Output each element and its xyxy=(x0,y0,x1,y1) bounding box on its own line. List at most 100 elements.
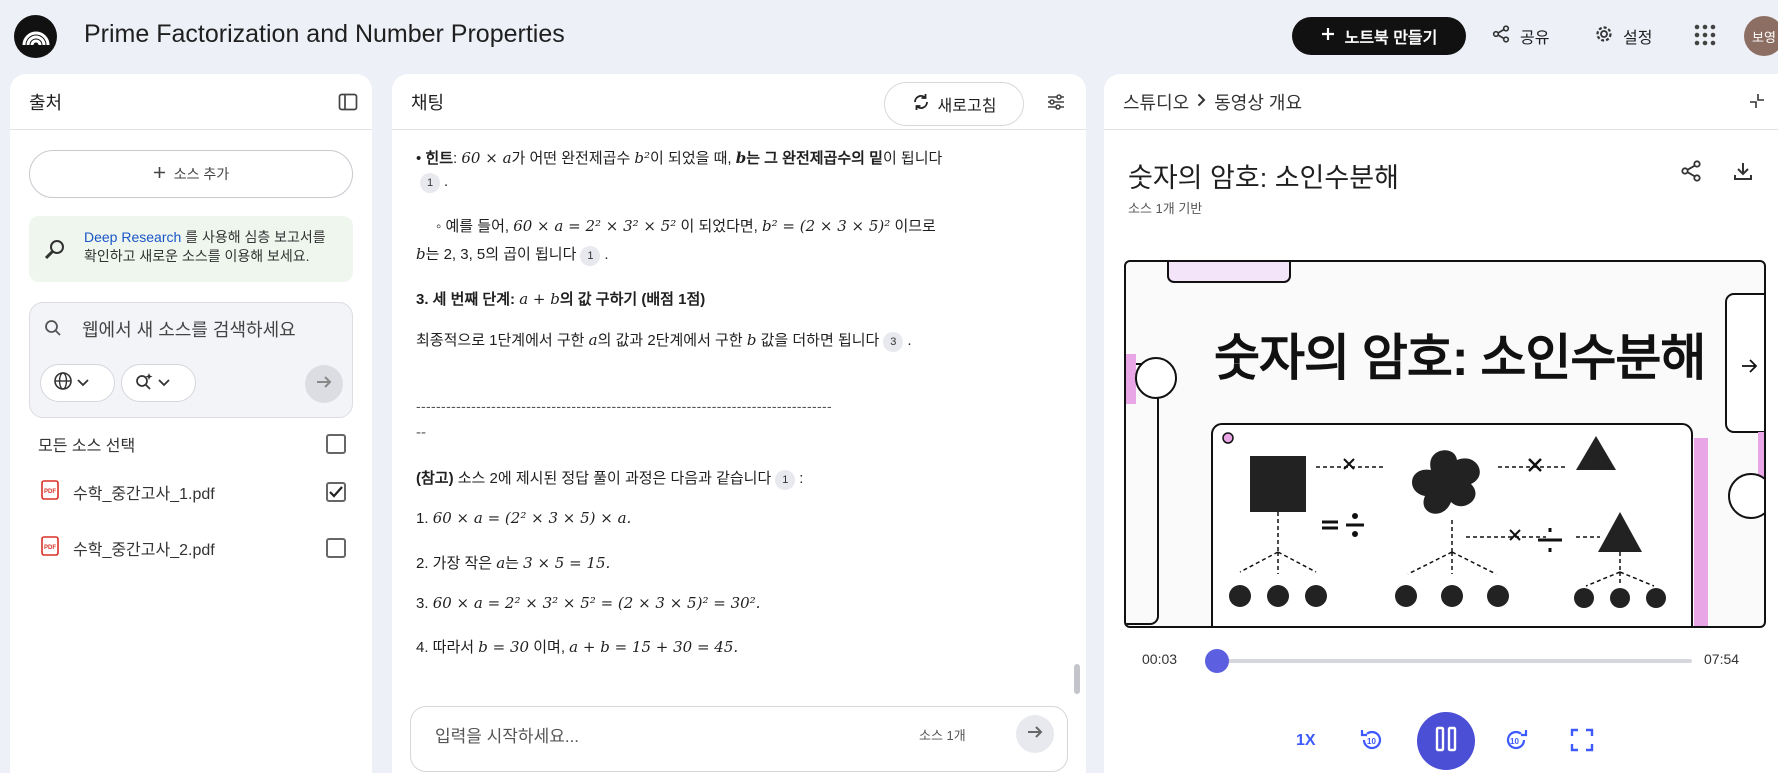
chevron-down-icon xyxy=(77,374,89,392)
solution-step-2: 2. 가장 작은 a는 3 × 5 = 15. xyxy=(416,552,610,573)
deep-research-link[interactable]: Deep Research xyxy=(84,229,181,245)
citation-chip[interactable]: 3 xyxy=(883,332,904,352)
video-slide-illustration xyxy=(1126,262,1764,626)
source-count: 소스 1개 xyxy=(919,728,966,743)
video-subtitle: 소스 1개 기반 xyxy=(1128,201,1203,216)
settings-button[interactable]: 설정 xyxy=(1581,17,1666,55)
search-submit-button[interactable] xyxy=(305,365,343,403)
web-search-input[interactable]: 웹에서 새 소스를 검색하세요 xyxy=(82,316,296,342)
text: 는 그 완전제곱수의 밑 xyxy=(746,150,883,167)
svg-text:PDF: PDF xyxy=(44,545,56,551)
select-all-checkbox[interactable] xyxy=(326,434,346,454)
notebook-title[interactable]: Prime Factorization and Number Propertie… xyxy=(84,20,565,49)
sparkle-search-icon xyxy=(134,371,154,396)
text: 2. 가장 작은 xyxy=(416,555,497,572)
gear-icon xyxy=(1595,25,1613,48)
send-button[interactable] xyxy=(1016,715,1054,753)
current-time: 00:03 xyxy=(1142,651,1178,667)
video-frame[interactable]: 숫자의 암호: 소인수분해 xyxy=(1124,260,1766,628)
notebooklm-logo-icon[interactable] xyxy=(14,15,57,58)
citation-chip[interactable]: 1 xyxy=(775,470,796,490)
source-item[interactable]: PDF 수학_중간고사_1.pdf xyxy=(41,477,346,507)
text: 소스 2에 제시된 정답 풀이 과정은 다음과 같습니다 xyxy=(453,470,772,487)
text: 1. xyxy=(416,510,433,527)
chevron-right-icon xyxy=(1197,91,1206,112)
math: b² = (2 × 3 × 5)² xyxy=(762,217,891,235)
research-mode-dropdown[interactable] xyxy=(121,364,196,402)
refresh-icon xyxy=(912,93,930,116)
breadcrumb-studio[interactable]: 스튜디오 xyxy=(1123,89,1189,115)
source-checkbox[interactable] xyxy=(326,538,346,558)
fullscreen-icon[interactable] xyxy=(1570,728,1594,757)
studio-panel: 스튜디오 동영상 개요 숫자의 암호: 소인수분해 소스 1개 기반 숫자의 암… xyxy=(1104,74,1778,773)
source-item[interactable]: PDF 수학_중간고사_2.pdf xyxy=(41,533,346,563)
download-icon[interactable] xyxy=(1732,160,1754,187)
progress-slider-knob[interactable] xyxy=(1204,649,1229,673)
deep-research-banner[interactable]: Deep Research 를 사용해 심층 보고서를 확인하고 새로운 소스를… xyxy=(29,216,353,282)
avatar-label: 보영 xyxy=(1752,29,1776,45)
add-source-label: 소스 추가 xyxy=(173,166,230,182)
avatar[interactable]: 보영 xyxy=(1744,16,1778,56)
pause-button[interactable] xyxy=(1417,712,1475,770)
apps-grid-icon[interactable] xyxy=(1694,24,1716,51)
tune-icon[interactable] xyxy=(1046,92,1066,117)
text: 이며, xyxy=(529,639,570,656)
refresh-button[interactable]: 새로고침 xyxy=(884,82,1024,126)
playback-speed-button[interactable]: 1X xyxy=(1296,732,1316,750)
breadcrumb-video-overview: 동영상 개요 xyxy=(1214,92,1303,113)
sources-panel: 출처 소스 추가 Deep Research 를 사용해 심층 보고서를 확인하… xyxy=(10,74,372,773)
pdf-icon: PDF xyxy=(41,479,59,505)
create-notebook-button[interactable]: 노트북 만들기 xyxy=(1292,17,1466,55)
text: 는 xyxy=(505,555,524,572)
divider-text: ----------------------------------------… xyxy=(416,398,833,414)
settings-label: 설정 xyxy=(1623,30,1653,47)
select-all-label: 모든 소스 선택 xyxy=(38,438,136,455)
svg-text:10: 10 xyxy=(1510,737,1519,746)
chat-input-box[interactable]: 입력을 시작하세요... 소스 1개 xyxy=(410,706,1068,772)
math: 3 × 5 = 15. xyxy=(523,554,611,572)
citation-chip[interactable]: 1 xyxy=(420,173,440,193)
math: b xyxy=(735,149,747,167)
svg-text:10: 10 xyxy=(1367,737,1376,746)
globe-icon xyxy=(53,371,73,396)
progress-slider[interactable] xyxy=(1214,659,1692,663)
create-notebook-label: 노트북 만들기 xyxy=(1344,30,1438,47)
pause-icon xyxy=(1434,726,1458,757)
add-source-button[interactable]: 소스 추가 xyxy=(29,150,353,198)
share-icon xyxy=(1492,24,1510,48)
solution-step-1: 1. 60 × a = (2² × 3 × 5) × a. xyxy=(416,509,631,527)
chat-input[interactable]: 입력을 시작하세요... xyxy=(435,722,579,747)
math: a xyxy=(496,554,506,572)
magnifier-icon xyxy=(43,238,67,267)
deep-research-text-1: 를 사용해 심층 보고서를 xyxy=(185,229,326,245)
chat-scrollbar[interactable] xyxy=(1074,664,1080,694)
math: b xyxy=(746,331,757,349)
source-checkbox[interactable] xyxy=(326,482,346,502)
solution-step-3: 3. 60 × a = 2² × 3² × 5² = (2 × 3 × 5)² … xyxy=(416,594,760,612)
forward-10-icon[interactable]: 10 xyxy=(1502,726,1530,759)
math: b xyxy=(416,245,426,263)
text: 이 되었다면, xyxy=(676,218,762,235)
reference-line: (참고) 소스 2에 제시된 정답 풀이 과정은 다음과 같습니다 1: xyxy=(416,467,803,490)
step3-heading: 3. 세 번째 단계: a + b의 값 구하기 (배점 1점) xyxy=(416,288,705,309)
sidebar-toggle-icon[interactable] xyxy=(338,92,358,117)
share-button[interactable]: 공유 xyxy=(1478,17,1563,55)
citation-chip[interactable]: 1 xyxy=(580,246,601,266)
chat-header: 채팅 새로고침 xyxy=(392,74,1086,130)
studio-header: 스튜디오 동영상 개요 xyxy=(1104,74,1778,130)
text: 이 되었을 때, xyxy=(650,150,736,167)
share-icon[interactable] xyxy=(1680,160,1702,187)
rewind-10-icon[interactable]: 10 xyxy=(1358,726,1386,759)
hint-label: 힌트 xyxy=(425,150,454,167)
web-source-search: 웹에서 새 소스를 검색하세요 xyxy=(29,302,353,418)
web-source-type-dropdown[interactable] xyxy=(40,364,115,402)
citation-line: 1. xyxy=(416,173,448,193)
hint-line: • 힌트: 60 × a가 어떤 완전제곱수 b²이 되었을 때, b는 그 완… xyxy=(416,149,943,167)
deep-research-text-2: 확인하고 새로운 소스를 이용해 보세요. xyxy=(84,248,310,264)
final-line: 최종적으로 1단계에서 구한 a의 값과 2단계에서 구한 b 값을 더하면 됩… xyxy=(416,329,912,352)
select-all-sources-row[interactable]: 모든 소스 선택 xyxy=(38,429,346,459)
collapse-icon[interactable] xyxy=(1748,92,1766,115)
sources-header: 출처 xyxy=(10,74,372,130)
text: 가 어떤 완전제곱수 xyxy=(511,150,635,167)
arrow-right-icon xyxy=(1026,723,1044,746)
